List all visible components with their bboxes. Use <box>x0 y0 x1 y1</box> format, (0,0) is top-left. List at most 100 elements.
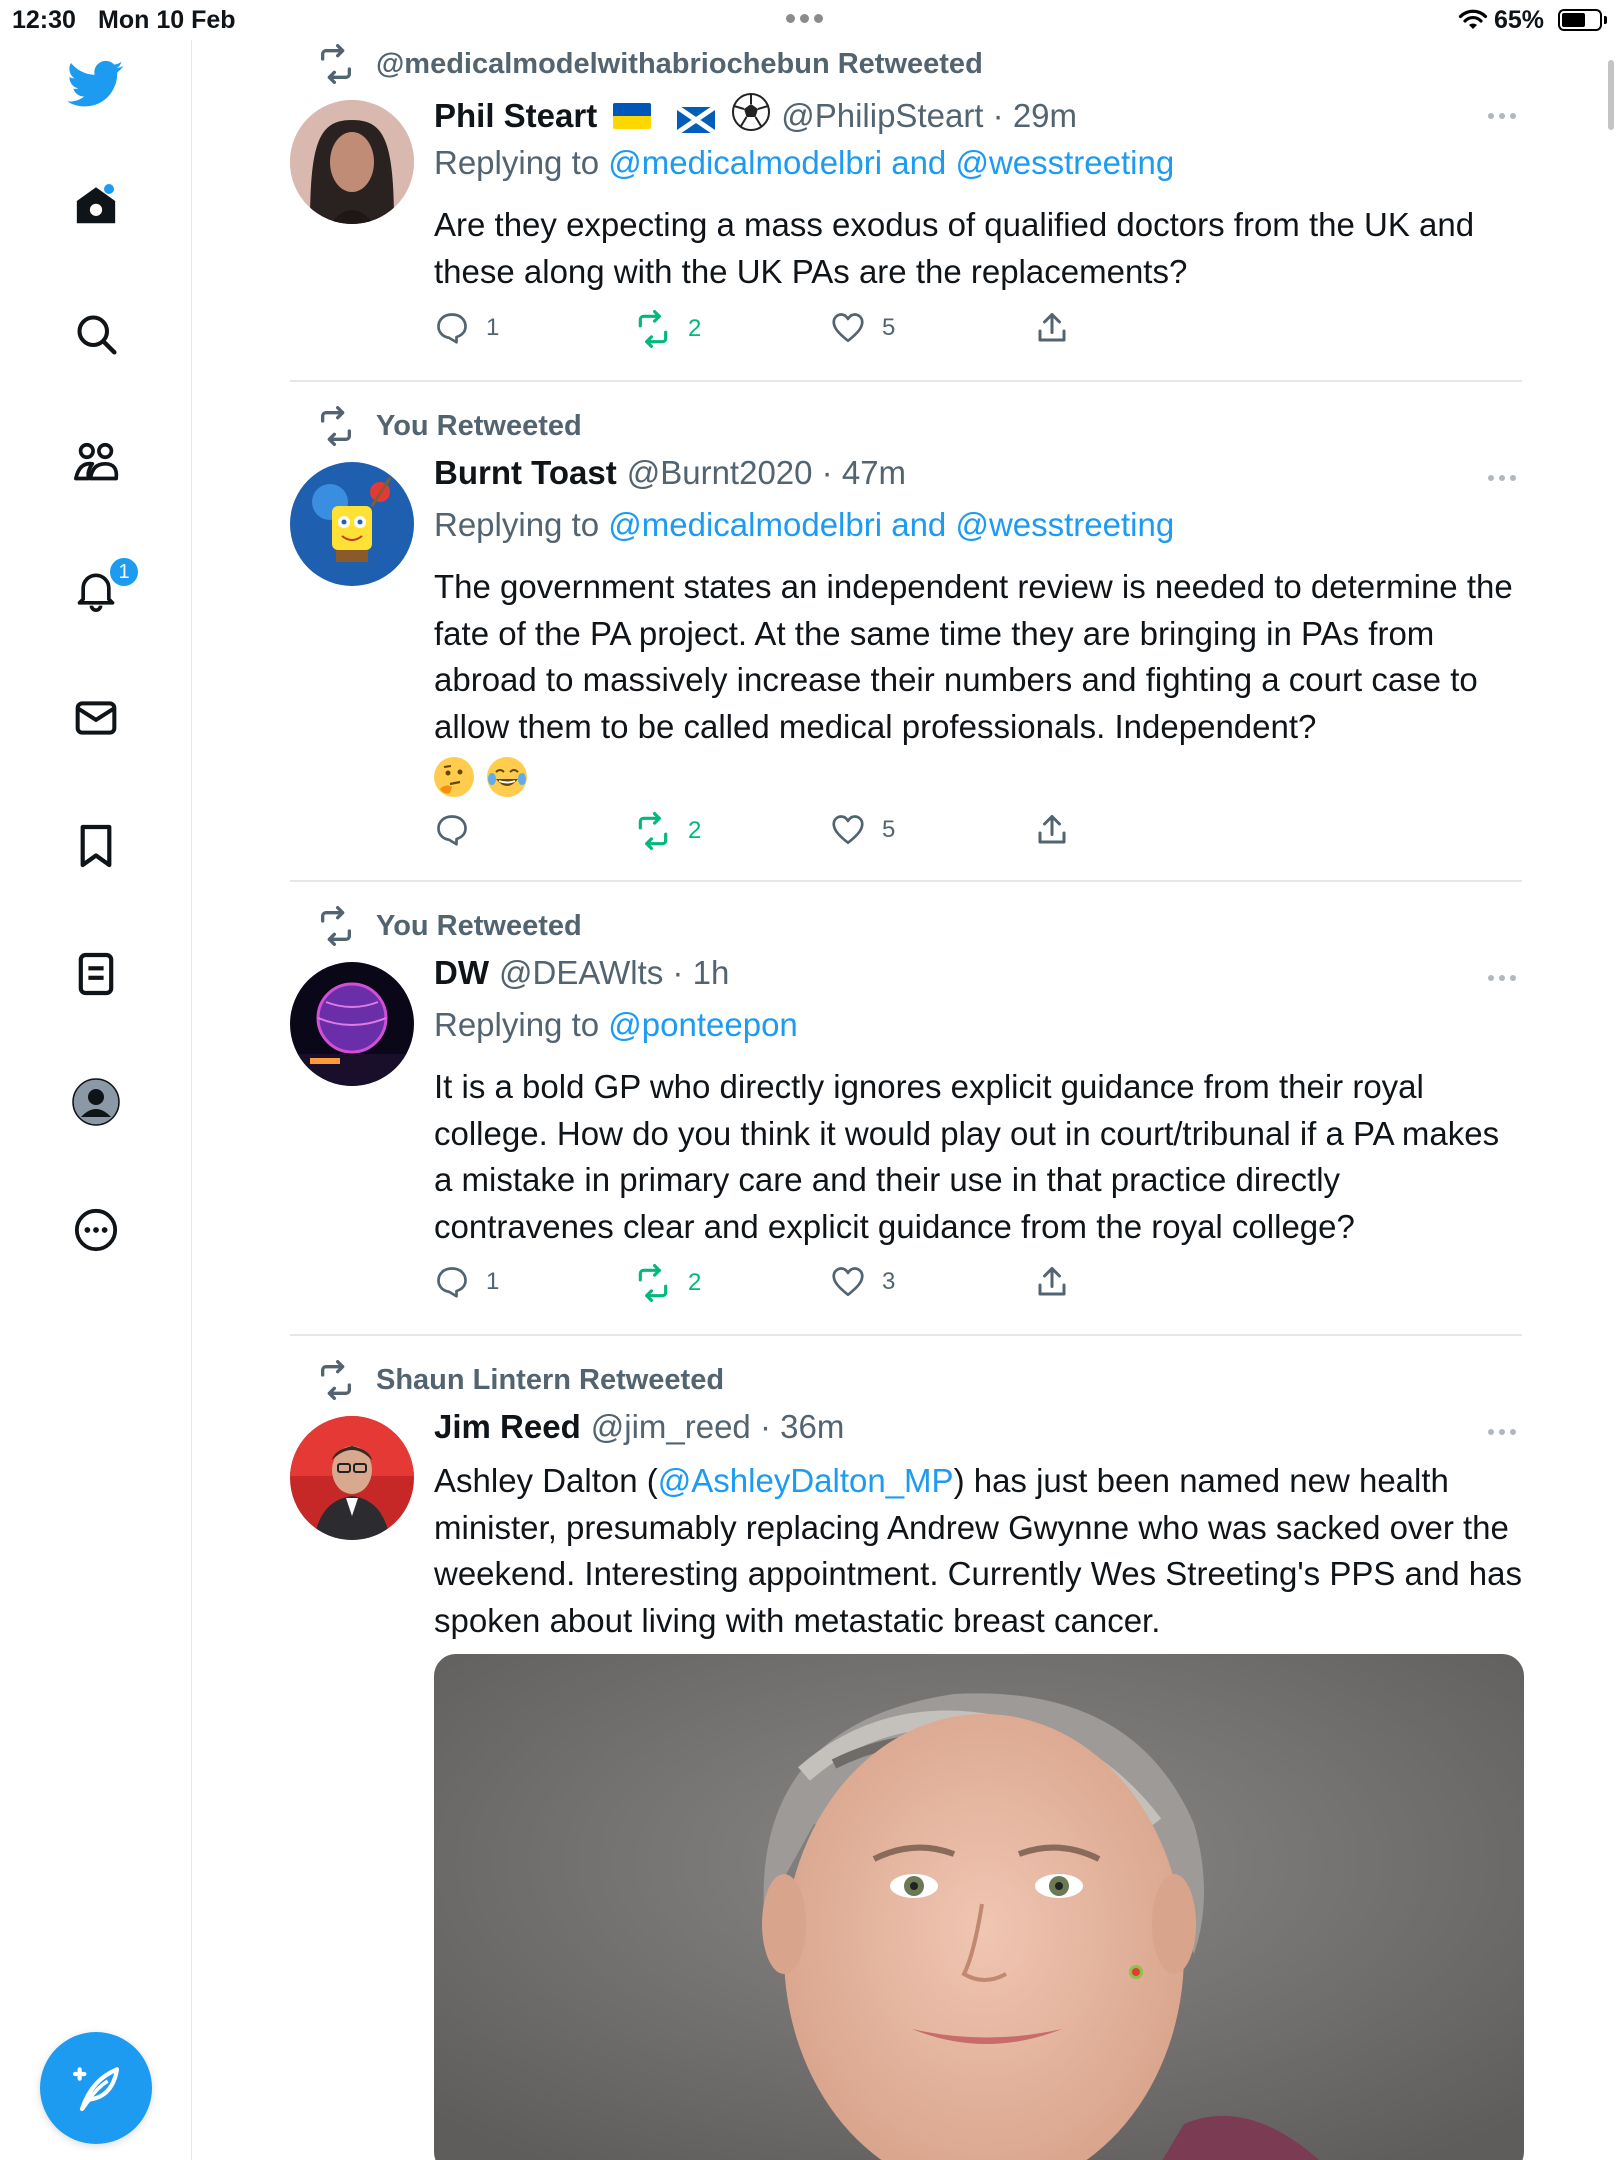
status-bar: 12:30 Mon 10 Feb 65% <box>0 0 1620 40</box>
retweet-context: You Retweeted <box>321 906 582 946</box>
author-name[interactable]: Phil Steart <box>434 97 597 135</box>
mention-link[interactable]: @AshleyDalton_MP <box>658 1462 954 1499</box>
reply-button[interactable]: 1 <box>434 1264 499 1300</box>
retweet-icon <box>638 1264 668 1302</box>
tweet-actions: 1 2 3 <box>434 1264 1334 1304</box>
avatar[interactable] <box>290 1416 414 1540</box>
home-new-dot <box>104 184 114 194</box>
retweet-button[interactable]: 2 <box>634 1264 701 1302</box>
avatar[interactable] <box>290 100 414 224</box>
tweet-header: Burnt Toast @Burnt2020 · 47m <box>434 454 906 492</box>
reply-icon <box>437 1267 467 1298</box>
like-button[interactable]: 3 <box>830 1264 895 1300</box>
tweet-text: Are they expecting a mass exodus of qual… <box>434 206 1475 290</box>
author-name[interactable]: Burnt Toast <box>434 454 617 492</box>
tweet-image[interactable] <box>434 1654 1524 2160</box>
like-button[interactable]: 5 <box>830 812 895 848</box>
retweet-count: 2 <box>688 1269 702 1296</box>
retweeted-by: You Retweeted <box>376 910 582 942</box>
mention-link[interactable]: @medicalmodelbri <box>608 144 882 181</box>
avatar[interactable] <box>290 962 414 1086</box>
author-handle[interactable]: @DEAWlts <box>499 954 663 992</box>
author-name[interactable]: DW <box>434 954 489 992</box>
separator-dot: · <box>663 954 693 991</box>
retweet-button[interactable]: 2 <box>634 812 701 850</box>
wifi-icon <box>1458 9 1488 29</box>
retweet-context: Shaun Lintern Retweeted <box>321 1360 724 1400</box>
share-button[interactable] <box>1034 812 1070 848</box>
home-icon[interactable] <box>64 174 128 238</box>
mention-link[interactable]: @ponteepon <box>608 1006 798 1043</box>
retweet-icon <box>638 310 668 348</box>
tweet[interactable]: Shaun Lintern Retweeted Jim Reed @jim_re… <box>290 1336 1524 2160</box>
author-handle[interactable]: @PhilipSteart <box>781 97 983 135</box>
tears-of-joy-emoji-icon <box>487 757 528 798</box>
status-time: 12:30 <box>12 6 76 34</box>
replying-and[interactable]: and <box>891 144 946 181</box>
tweet[interactable]: You Retweeted DW @DEAWlts · 1h Replying … <box>290 882 1522 1336</box>
more-icon[interactable] <box>64 1198 128 1262</box>
ukraine-flag-icon <box>613 103 652 129</box>
tweet-header: Phil Steart @PhilipSteart · 29m <box>434 92 1077 140</box>
share-button[interactable] <box>1034 310 1070 346</box>
compose-tweet-button[interactable] <box>40 2032 152 2144</box>
tweet-text-before: Ashley Dalton ( <box>434 1462 658 1499</box>
mention-link[interactable]: @medicalmodelbri <box>608 506 882 543</box>
heart-icon <box>832 313 864 343</box>
like-count: 5 <box>882 816 896 843</box>
like-count: 5 <box>882 314 896 341</box>
retweet-button[interactable]: 2 <box>634 310 701 348</box>
tweet-text: The government states an independent rev… <box>434 568 1513 745</box>
tweet-time[interactable]: 1h <box>693 954 730 992</box>
retweet-context: You Retweeted <box>321 406 582 446</box>
sidebar-nav: 1 <box>0 40 192 2160</box>
replying-prefix: Replying to <box>434 1006 600 1043</box>
tweet-more-options-icon[interactable] <box>1482 106 1522 126</box>
retweet-context: @medicalmodelwithabriochebun Retweeted <box>321 44 983 84</box>
lists-icon[interactable] <box>64 942 128 1006</box>
tweet[interactable]: @medicalmodelwithabriochebun Retweeted P… <box>290 40 1522 382</box>
tweet-more-options-icon[interactable] <box>1482 1422 1522 1442</box>
mention-link[interactable]: @wesstreeting <box>955 506 1174 543</box>
tweet-more-options-icon[interactable] <box>1482 468 1522 488</box>
search-icon[interactable] <box>64 302 128 366</box>
avatar[interactable] <box>290 462 414 586</box>
reply-icon <box>437 313 467 344</box>
retweet-count: 2 <box>688 315 702 342</box>
reply-icon <box>437 815 467 846</box>
tweet-text-block: The government states an independent rev… <box>434 564 1524 799</box>
tweet-time[interactable]: 36m <box>780 1408 844 1446</box>
reply-button[interactable] <box>434 812 486 848</box>
notifications-bell-icon[interactable]: 1 <box>64 556 140 622</box>
author-name[interactable]: Jim Reed <box>434 1408 581 1446</box>
multitasking-dots[interactable] <box>786 14 823 23</box>
retweet-context-icon <box>321 1360 351 1400</box>
like-button[interactable]: 5 <box>830 310 895 346</box>
tweet-more-options-icon[interactable] <box>1482 968 1522 988</box>
separator-dot: · <box>750 1408 781 1445</box>
heart-icon <box>832 815 864 845</box>
bookmark-icon[interactable] <box>64 814 128 878</box>
reply-button[interactable]: 1 <box>434 310 499 346</box>
retweet-context-icon <box>321 906 351 946</box>
replying-and[interactable]: and <box>891 506 946 543</box>
author-handle[interactable]: @jim_reed <box>591 1408 751 1446</box>
tweet[interactable]: You Retweeted Burnt Toast @Burnt2020 · 4… <box>290 382 1522 882</box>
retweeted-by: You Retweeted <box>376 410 582 442</box>
retweet-icon <box>638 812 668 850</box>
share-button[interactable] <box>1034 1264 1070 1300</box>
messages-icon[interactable] <box>64 686 128 750</box>
profile-icon[interactable] <box>64 1070 128 1134</box>
communities-icon[interactable] <box>64 430 128 494</box>
mention-link[interactable]: @wesstreeting <box>955 144 1174 181</box>
battery-icon <box>1558 9 1607 31</box>
tweet-header: Jim Reed @jim_reed · 36m <box>434 1408 844 1446</box>
replying-prefix: Replying to <box>434 506 600 543</box>
status-date: Mon 10 Feb <box>98 6 236 34</box>
scrollbar[interactable] <box>1608 60 1614 130</box>
tweet-time[interactable]: 47m <box>842 454 906 492</box>
author-handle[interactable]: @Burnt2020 <box>627 454 813 492</box>
retweeted-by: @medicalmodelwithabriochebun Retweeted <box>376 48 983 80</box>
tweet-time[interactable]: 29m <box>1013 97 1077 135</box>
twitter-bird-icon[interactable] <box>64 52 128 116</box>
